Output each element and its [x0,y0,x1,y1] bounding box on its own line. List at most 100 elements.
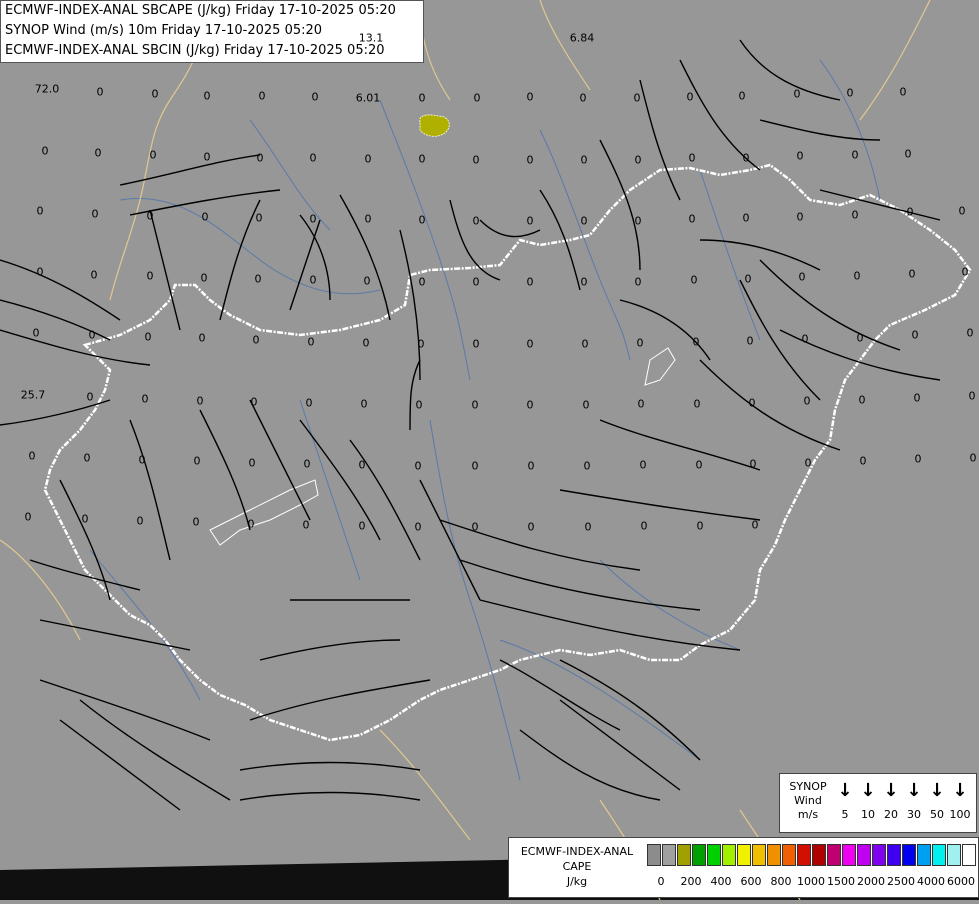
value-label: 0 [751,518,759,532]
cape-tick-label: 2000 [857,875,885,888]
value-label: 0 [141,392,149,406]
value-label: 0 [526,398,534,412]
title-line-cin: ECMWF-INDEX-ANAL SBCIN (J/kg) Friday 17-… [5,43,385,58]
value-label: 0 [796,210,804,224]
cape-color-swatch [887,844,901,866]
value-label: 0 [418,91,426,105]
cape-tick-label: 0 [657,875,665,888]
value-label: 0 [846,86,854,100]
value-label: 0 [472,153,480,167]
value-label: 0 [968,389,976,403]
cape-color-scale [647,844,977,866]
value-label: 0 [362,336,370,350]
wind-speed-label: 30 [907,808,921,821]
value-label: 0 [418,213,426,227]
wind-legend-item: ↓ 5 [834,782,856,822]
weather-map[interactable]: ECMWF-INDEX-ANAL SBCAPE (J/kg) Friday 17… [0,0,979,901]
value-label: 0 [28,449,36,463]
cape-color-swatch [737,844,751,866]
cape-color-swatch [752,844,766,866]
cape-legend: ECMWF-INDEX-ANAL CAPE J/kg 0 200 400 600 800… [508,837,979,898]
value-label: 0 [693,397,701,411]
value-label: 0 [851,208,859,222]
value-label: 0 [472,214,480,228]
value-label: 0 [958,204,966,218]
value-label: 0 [966,326,974,340]
value-label: 0 [247,517,255,531]
value-label: 0 [198,331,206,345]
wind-arrow-icon: ↓ [952,780,968,801]
value-label: 0 [83,451,91,465]
value-label: 0 [81,512,89,526]
value-label: 0 [904,147,912,161]
value-label: 0 [803,394,811,408]
value-label: 6.84 [569,31,595,45]
value-label: 0 [580,214,588,228]
value-label: 0 [472,275,480,289]
value-label: 0 [258,89,266,103]
value-label: 0 [526,214,534,228]
value-label: 0 [358,458,366,472]
value-label: 0 [418,275,426,289]
value-label: 0 [742,211,750,225]
cape-color-swatch [722,844,736,866]
cape-tick-label: 1500 [827,875,855,888]
cape-color-swatch [932,844,946,866]
value-label: 0 [742,151,750,165]
value-label: 0 [859,454,867,468]
wind-legend-item: ↓ 20 [880,780,902,822]
wind-speed-label: 20 [884,808,898,821]
value-label: 0 [96,85,104,99]
value-label: 0 [526,337,534,351]
title-line-wind: SYNOP Wind (m/s) 10m Friday 17-10-2025 0… [5,23,323,38]
value-label: 0 [634,214,642,228]
wind-legend-title-line: Wind [794,794,822,807]
cape-legend-title: ECMWF-INDEX-ANAL CAPE J/kg [513,844,641,889]
value-label: 0 [640,519,648,533]
cape-tick-label: 6000 [947,875,975,888]
value-label: 0 [913,391,921,405]
value-label: 0 [311,90,319,104]
wind-speed-label: 5 [841,808,849,821]
value-label: 0 [144,330,152,344]
value-label: 0 [309,212,317,226]
value-label: 0 [688,151,696,165]
value-label: 0 [526,90,534,104]
value-label: 0 [526,275,534,289]
value-label: 0 [255,211,263,225]
value-label: 0 [91,207,99,221]
value-label: 0 [801,332,809,346]
wind-legend-title-line: SYNOP [789,780,827,793]
value-label: 0 [856,331,864,345]
wind-legend-item: ↓ 30 [903,782,925,822]
cape-color-swatch [962,844,976,866]
value-label: 0 [192,515,200,529]
cape-color-swatch [872,844,886,866]
value-label: 0 [418,152,426,166]
value-label: 0 [136,514,144,528]
wind-arrow-icon: ↓ [883,780,899,801]
cape-color-swatch [827,844,841,866]
value-label: 0 [581,337,589,351]
value-label: 0 [151,87,159,101]
value-label: 0 [853,269,861,283]
value-label: 0 [749,457,757,471]
value-label: 0 [634,153,642,167]
value-label: 0 [360,397,368,411]
value-label: 0 [363,274,371,288]
cape-color-swatch [812,844,826,866]
value-label: 0 [582,398,590,412]
value-label: 13.1 [358,31,384,45]
value-label: 0 [580,153,588,167]
cape-legend-title-line: J/kg [566,875,588,888]
value-label: 0 [692,335,700,349]
value-label: 0 [302,518,310,532]
value-label: 0 [906,205,914,219]
value-label: 0 [303,457,311,471]
value-label: 0 [804,456,812,470]
value-label: 0 [305,396,313,410]
value-label: 0 [196,394,204,408]
cape-tick-label: 800 [770,875,792,888]
value-label: 0 [415,398,423,412]
value-label: 0 [899,85,907,99]
